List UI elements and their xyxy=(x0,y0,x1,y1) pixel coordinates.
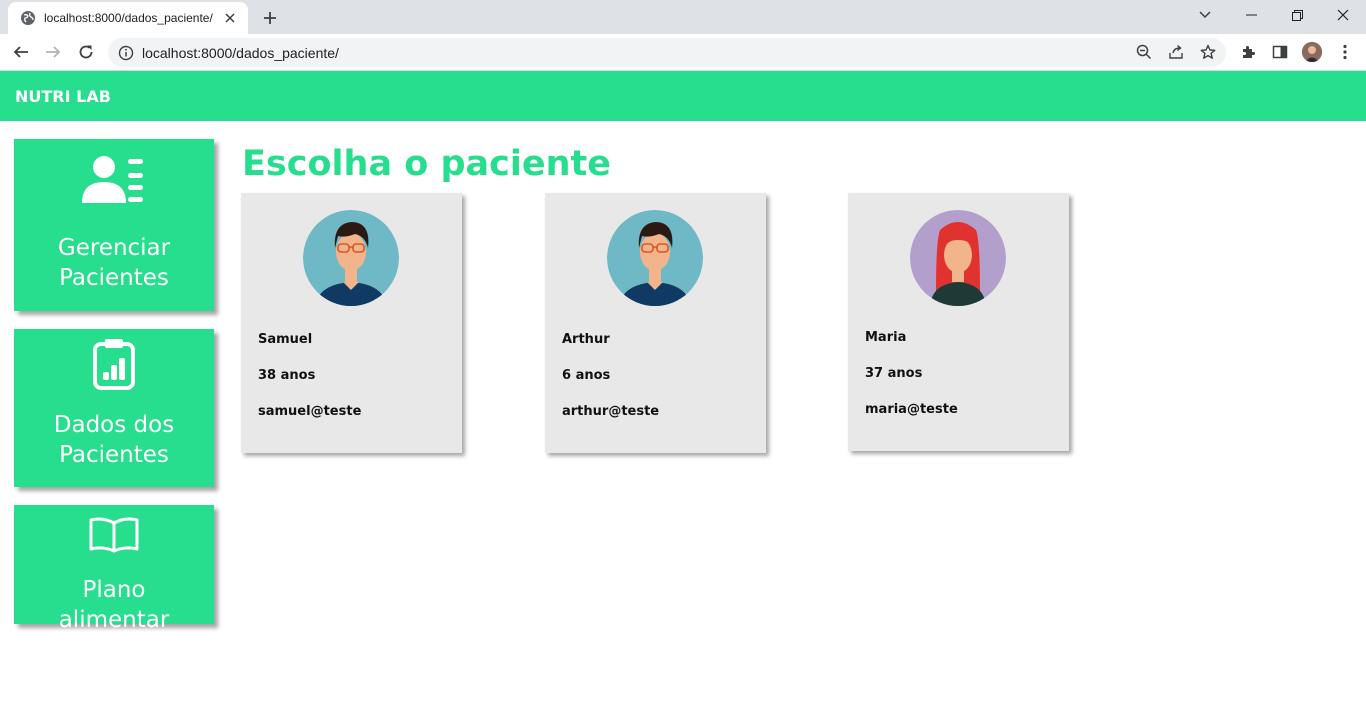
patient-email: arthur@teste xyxy=(562,404,660,419)
back-icon[interactable] xyxy=(8,39,34,65)
browser-tabstrip: localhost:8000/dados_paciente/ xyxy=(0,0,1366,34)
patient-name: Arthur xyxy=(562,332,610,347)
patient-age: 37 anos xyxy=(865,366,923,381)
share-icon[interactable] xyxy=(1165,41,1187,63)
sidebar-item-dados-dos-pacientes[interactable]: Dados dos Pacientes xyxy=(14,329,214,487)
tab-title: localhost:8000/dados_paciente/ xyxy=(44,11,213,25)
new-tab-icon[interactable] xyxy=(258,6,282,30)
open-book-icon xyxy=(89,517,139,553)
tab-search-chevron-icon[interactable] xyxy=(1182,0,1228,30)
female-avatar-icon xyxy=(910,210,1006,306)
app-header: NUTRI LAB xyxy=(0,71,1366,121)
browser-tab[interactable]: localhost:8000/dados_paciente/ xyxy=(8,2,248,34)
male-avatar-icon xyxy=(303,210,399,306)
sidebar-item-label: Gerenciar Pacientes xyxy=(57,235,171,291)
profile-avatar[interactable] xyxy=(1300,40,1324,64)
brand-logo-text[interactable]: NUTRI LAB xyxy=(15,87,111,106)
sidebar-item-label: Dados dos Pacientes xyxy=(53,412,175,468)
bookmark-star-icon[interactable] xyxy=(1197,41,1219,63)
patient-age: 38 anos xyxy=(258,368,316,383)
minimize-icon[interactable] xyxy=(1228,0,1274,30)
browser-toolbar: localhost:8000/dados_paciente/ xyxy=(0,34,1366,71)
page-title: Escolha o paciente xyxy=(242,144,612,184)
sidebar-item-plano-alimentar[interactable]: Plano alimentar xyxy=(14,505,214,633)
zoom-icon[interactable] xyxy=(1133,41,1155,63)
patient-name: Samuel xyxy=(258,332,313,347)
menu-kebab-icon[interactable] xyxy=(1333,40,1357,64)
close-tab-icon[interactable] xyxy=(222,10,238,26)
close-window-icon[interactable] xyxy=(1320,0,1366,30)
patient-age: 6 anos xyxy=(562,368,611,383)
address-bar[interactable]: localhost:8000/dados_paciente/ xyxy=(108,38,1226,67)
patient-email: samuel@teste xyxy=(258,404,362,419)
user-list-icon xyxy=(82,155,146,205)
extensions-icon[interactable] xyxy=(1236,40,1260,64)
male-avatar-icon xyxy=(607,210,703,306)
patient-card[interactable]: Maria 37 anos maria@teste xyxy=(848,193,1069,451)
site-info-icon[interactable] xyxy=(118,45,134,61)
patient-name: Maria xyxy=(865,330,907,345)
reload-icon[interactable] xyxy=(73,39,99,65)
globe-icon xyxy=(20,10,36,26)
sidebar-item-label: Plano alimentar xyxy=(58,577,170,633)
patient-card[interactable]: Samuel 38 anos samuel@teste xyxy=(241,193,462,453)
restore-icon[interactable] xyxy=(1274,0,1320,30)
patient-email: maria@teste xyxy=(865,402,958,417)
sidebar-item-gerenciar-pacientes[interactable]: Gerenciar Pacientes xyxy=(14,139,214,311)
clipboard-chart-icon xyxy=(92,338,136,390)
url-text: localhost:8000/dados_paciente/ xyxy=(142,44,339,61)
patient-card[interactable]: Arthur 6 anos arthur@teste xyxy=(545,193,766,453)
forward-icon[interactable] xyxy=(40,39,66,65)
side-panel-icon[interactable] xyxy=(1268,40,1292,64)
